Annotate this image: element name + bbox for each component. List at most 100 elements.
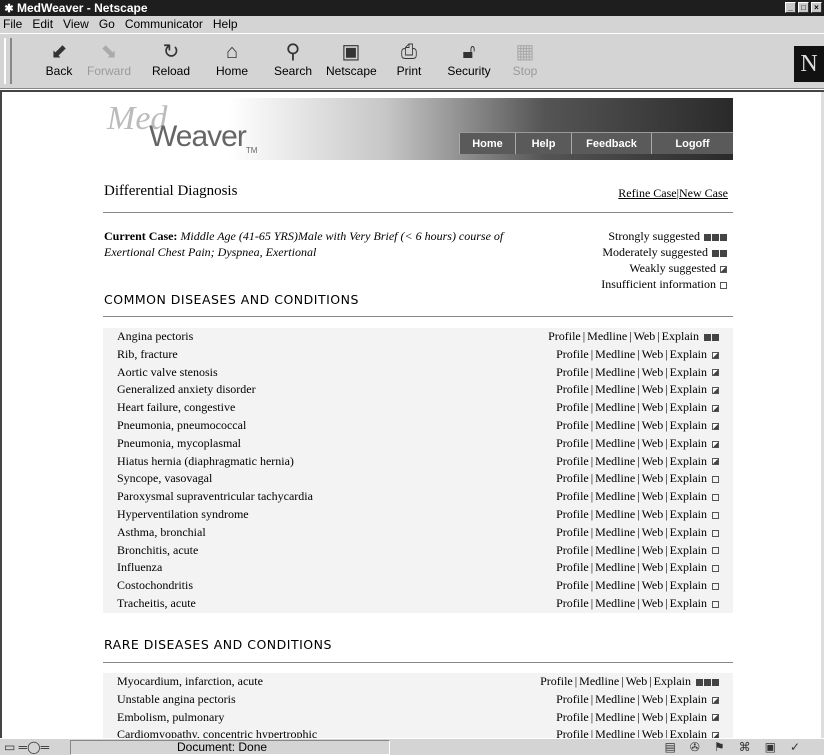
web-link[interactable]: Web <box>642 560 664 574</box>
web-link[interactable]: Web <box>642 727 664 738</box>
explain-link[interactable]: Explain <box>670 418 707 432</box>
web-link[interactable]: Web <box>642 578 664 592</box>
medline-link[interactable]: Medline <box>595 525 635 539</box>
back-button[interactable]: ⬋ Back <box>34 40 84 78</box>
maximize-button[interactable]: □ <box>798 2 809 13</box>
medline-link[interactable]: Medline <box>595 507 635 521</box>
medline-link[interactable]: Medline <box>595 382 635 396</box>
profile-link[interactable]: Profile <box>556 418 589 432</box>
profile-link[interactable]: Profile <box>556 596 589 610</box>
search-button[interactable]: ⚲ Search <box>268 40 318 78</box>
netscape-logo[interactable]: N <box>794 46 824 82</box>
web-link[interactable]: Web <box>642 347 664 361</box>
toolbar-grip[interactable] <box>4 38 12 84</box>
nav-logoff[interactable]: Logoff <box>651 133 733 154</box>
medline-link[interactable]: Medline <box>595 454 635 468</box>
medline-link[interactable]: Medline <box>595 347 635 361</box>
disease-name[interactable]: Syncope, vasovagal <box>117 470 212 488</box>
menu-help[interactable]: Help <box>213 16 238 33</box>
explain-link[interactable]: Explain <box>670 578 707 592</box>
new-case-link[interactable]: New Case <box>679 186 728 200</box>
disease-name[interactable]: Bronchitis, acute <box>117 542 198 560</box>
disease-name[interactable]: Hyperventilation syndrome <box>117 506 249 524</box>
disease-name[interactable]: Unstable angina pectoris <box>117 691 236 709</box>
profile-link[interactable]: Profile <box>556 400 589 414</box>
web-link[interactable]: Web <box>642 507 664 521</box>
profile-link[interactable]: Profile <box>556 507 589 521</box>
explain-link[interactable]: Explain <box>670 560 707 574</box>
profile-link[interactable]: Profile <box>556 365 589 379</box>
medline-link[interactable]: Medline <box>595 560 635 574</box>
web-link[interactable]: Web <box>642 596 664 610</box>
profile-link[interactable]: Profile <box>556 347 589 361</box>
web-link[interactable]: Web <box>642 365 664 379</box>
minimize-button[interactable]: _ <box>785 2 796 13</box>
disease-name[interactable]: Hiatus hernia (diaphragmatic hernia) <box>117 453 294 471</box>
profile-link[interactable]: Profile <box>556 710 589 724</box>
profile-link[interactable]: Profile <box>548 329 581 343</box>
nav-help[interactable]: Help <box>515 133 571 154</box>
disease-name[interactable]: Myocardium, infarction, acute <box>117 673 263 691</box>
web-link[interactable]: Web <box>626 674 648 688</box>
profile-link[interactable]: Profile <box>556 560 589 574</box>
web-link[interactable]: Web <box>642 418 664 432</box>
explain-link[interactable]: Explain <box>670 543 707 557</box>
explain-link[interactable]: Explain <box>670 454 707 468</box>
profile-link[interactable]: Profile <box>556 436 589 450</box>
disease-name[interactable]: Pneumonia, pneumococcal <box>117 417 246 435</box>
medline-link[interactable]: Medline <box>595 418 635 432</box>
disease-name[interactable]: Embolism, pulmonary <box>117 709 224 727</box>
profile-link[interactable]: Profile <box>556 692 589 706</box>
web-link[interactable]: Web <box>634 329 656 343</box>
profile-link[interactable]: Profile <box>556 525 589 539</box>
web-link[interactable]: Web <box>642 525 664 539</box>
profile-link[interactable]: Profile <box>556 727 589 738</box>
security-button[interactable]: 🔓︎ Security <box>444 40 494 78</box>
profile-link[interactable]: Profile <box>556 543 589 557</box>
profile-link[interactable]: Profile <box>556 454 589 468</box>
web-link[interactable]: Web <box>642 489 664 503</box>
print-button[interactable]: ⎙ Print <box>384 40 434 78</box>
medline-link[interactable]: Medline <box>587 329 627 343</box>
profile-link[interactable]: Profile <box>556 471 589 485</box>
profile-link[interactable]: Profile <box>556 489 589 503</box>
profile-link[interactable]: Profile <box>540 674 573 688</box>
medline-link[interactable]: Medline <box>595 543 635 557</box>
explain-link[interactable]: Explain <box>670 471 707 485</box>
medline-link[interactable]: Medline <box>595 578 635 592</box>
disease-name[interactable]: Pneumonia, mycoplasmal <box>117 435 241 453</box>
web-link[interactable]: Web <box>642 454 664 468</box>
web-link[interactable]: Web <box>642 692 664 706</box>
profile-link[interactable]: Profile <box>556 578 589 592</box>
explain-link[interactable]: Explain <box>670 382 707 396</box>
nav-home[interactable]: Home <box>459 133 515 154</box>
web-link[interactable]: Web <box>642 382 664 396</box>
menu-view[interactable]: View <box>63 16 89 33</box>
disease-name[interactable]: Asthma, bronchial <box>117 524 206 542</box>
stop-button[interactable]: ▦ Stop <box>500 40 550 78</box>
web-link[interactable]: Web <box>642 400 664 414</box>
explain-link[interactable]: Explain <box>670 710 707 724</box>
medline-link[interactable]: Medline <box>595 400 635 414</box>
medline-link[interactable]: Medline <box>595 489 635 503</box>
disease-name[interactable]: Aortic valve stenosis <box>117 364 218 382</box>
refine-case-link[interactable]: Refine Case <box>618 186 676 200</box>
menu-go[interactable]: Go <box>99 16 115 33</box>
close-button[interactable]: × <box>811 2 822 13</box>
explain-link[interactable]: Explain <box>670 525 707 539</box>
explain-link[interactable]: Explain <box>670 507 707 521</box>
medline-link[interactable]: Medline <box>595 727 635 738</box>
medline-link[interactable]: Medline <box>595 692 635 706</box>
home-button[interactable]: ⌂ Home <box>207 40 257 78</box>
explain-link[interactable]: Explain <box>670 596 707 610</box>
explain-link[interactable]: Explain <box>670 347 707 361</box>
explain-link[interactable]: Explain <box>670 727 707 738</box>
explain-link[interactable]: Explain <box>670 692 707 706</box>
medline-link[interactable]: Medline <box>595 436 635 450</box>
medline-link[interactable]: Medline <box>595 710 635 724</box>
explain-link[interactable]: Explain <box>670 489 707 503</box>
medline-link[interactable]: Medline <box>579 674 619 688</box>
web-link[interactable]: Web <box>642 710 664 724</box>
disease-name[interactable]: Cardiomyopathy, concentric hypertrophic <box>117 726 317 738</box>
explain-link[interactable]: Explain <box>670 365 707 379</box>
